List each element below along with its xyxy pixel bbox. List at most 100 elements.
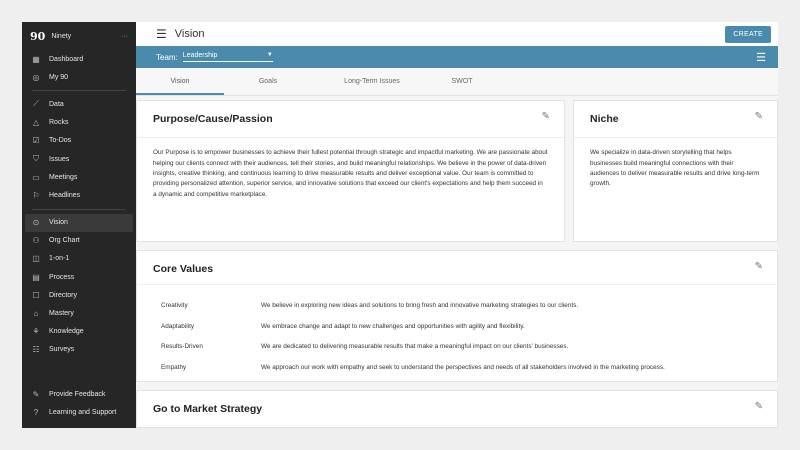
sidebar-item-label: Rocks: [49, 119, 68, 126]
tab-vision[interactable]: Vision: [136, 68, 224, 95]
gtm-card: Go to Market Strategy ✎: [136, 390, 778, 428]
core-value-text: We believe in exploring new ideas and so…: [261, 302, 578, 309]
card-title: Purpose/Cause/Passion: [137, 101, 564, 138]
sidebar-item-surveys[interactable]: ☷ Surveys: [22, 341, 136, 359]
brand: 90 Ninety ···: [22, 22, 136, 50]
core-value-text: We approach our work with empathy and se…: [261, 364, 665, 371]
knowledge-icon: ⚘: [31, 327, 41, 336]
tab-swot[interactable]: SWOT: [432, 68, 492, 95]
card-title: Core Values: [137, 251, 777, 285]
sidebar-item-label: Dashboard: [49, 56, 83, 63]
sidebar-item-directory[interactable]: ☐ Directory: [22, 286, 136, 304]
sidebar-item-meetings[interactable]: ▭ Meetings: [22, 168, 136, 186]
brand-name: Ninety: [51, 33, 71, 40]
sidebar-item-label: Process: [49, 274, 74, 281]
purpose-text: Our Purpose is to empower businesses to …: [137, 138, 564, 209]
sidebar-item-label: Org Chart: [49, 237, 80, 244]
main: ☰ Vision CREATE Team: Leadership ▼ ☰ Visi…: [136, 22, 778, 428]
sidebar-item-label: Learning and Support: [49, 409, 116, 416]
sidebar-item-provide-feedback[interactable]: ✎ Provide Feedback: [22, 386, 136, 404]
sidebar-item-label: 1-on-1: [49, 255, 69, 262]
nav-list: ▦ Dashboard ◎ My 90 ⟋ Data △ Rocks ☑To-Dos ⛉ Issue…: [22, 50, 136, 359]
sidebar-item-label: Provide Feedback: [49, 391, 105, 398]
team-select[interactable]: Leadership ▼: [183, 52, 273, 62]
top-bar: ☰ Vision CREATE: [136, 22, 778, 46]
sidebar-item-data[interactable]: ⟋ Data: [22, 95, 136, 113]
sidebar-item-label: Meetings: [49, 174, 77, 181]
sidebar-item-issues[interactable]: ⛉ Issues: [22, 150, 136, 168]
divider: [32, 90, 126, 91]
core-value-name: Results-Driven: [161, 343, 261, 350]
sidebar-item-label: My 90: [49, 74, 68, 81]
edit-pencil-icon[interactable]: ✎: [755, 261, 763, 272]
my-90-icon: ◎: [31, 73, 41, 82]
core-value-row: EmpathyWe approach our work with empathy…: [137, 357, 777, 378]
core-values-card: Core Values ✎ CreativityWe believe in ex…: [136, 250, 778, 382]
menu-icon[interactable]: ☰: [156, 27, 167, 41]
purpose-card: Purpose/Cause/Passion ✎ Our Purpose is t…: [136, 100, 565, 242]
core-value-name: Adaptability: [161, 323, 261, 330]
sidebar-item-my-90[interactable]: ◎ My 90: [22, 68, 136, 86]
issues-icon: ⛉: [31, 154, 41, 164]
create-button[interactable]: CREATE: [725, 26, 771, 43]
sidebar-item-learning-and-support[interactable]: ? Learning and Support: [22, 404, 136, 422]
rocks-icon: △: [31, 118, 41, 127]
team-label: Team:: [156, 53, 178, 62]
chevron-down-icon: ▼: [267, 52, 273, 59]
directory-icon: ☐: [31, 291, 41, 300]
sidebar-item-label: Knowledge: [49, 328, 84, 335]
edit-pencil-icon[interactable]: ✎: [542, 111, 550, 122]
card-title: Niche: [574, 101, 777, 138]
core-value-row: AdaptabilityWe embrace change and adapt …: [137, 316, 777, 337]
sidebar-item-vision[interactable]: ⊙ Vision: [25, 214, 133, 232]
sidebar-item-label: Vision: [49, 219, 68, 226]
team-bar: Team: Leadership ▼ ☰: [136, 46, 778, 68]
sidebar-item-1-on-1[interactable]: ◫ 1-on-1: [22, 250, 136, 268]
core-value-name: Empathy: [161, 364, 261, 371]
divider: [32, 209, 126, 210]
nav-bottom: ✎ Provide Feedback? Learning and Support: [22, 386, 136, 422]
ninety-logo: 90: [30, 30, 45, 43]
learning-and-support-icon: ?: [31, 408, 41, 417]
team-value: Leadership: [183, 52, 218, 59]
sidebar-item-label: Issues: [49, 156, 69, 163]
sidebar-item-label: Surveys: [49, 346, 74, 353]
tab-goals[interactable]: Goals: [224, 68, 312, 95]
mastery-icon: ⌂: [31, 309, 41, 318]
options-menu-icon[interactable]: ☰: [756, 51, 766, 64]
meetings-icon: ▭: [31, 173, 41, 182]
sidebar-item-rocks[interactable]: △ Rocks: [22, 114, 136, 132]
sidebar-item-process[interactable]: ▤ Process: [22, 268, 136, 286]
provide-feedback-icon: ✎: [31, 390, 41, 399]
core-value-name: Creativity: [161, 302, 261, 309]
process-icon: ▤: [31, 273, 41, 282]
sidebar-item-mastery[interactable]: ⌂Mastery: [22, 304, 136, 322]
tabs: Vision Goals Long-Term Issues SWOT: [136, 68, 778, 96]
sidebar-item-label: Directory: [49, 292, 77, 299]
card-title: Go to Market Strategy: [137, 391, 777, 427]
vision-icon: ⊙: [31, 218, 41, 227]
edit-pencil-icon[interactable]: ✎: [755, 111, 763, 122]
app-window: 90 Ninety ··· ▦ Dashboard ◎ My 90 ⟋ Data △ Rock…: [22, 22, 778, 428]
core-value-text: We are dedicated to delivering measurabl…: [261, 343, 568, 350]
sidebar-item-headlines[interactable]: ⚐ Headlines: [22, 186, 136, 204]
sidebar-item-label: Data: [49, 101, 64, 108]
sidebar-item-label: Headlines: [49, 192, 80, 199]
sidebar-item-to-dos[interactable]: ☑To-Dos: [22, 132, 136, 150]
dashboard-icon: ▦: [31, 55, 41, 64]
sidebar-item-dashboard[interactable]: ▦ Dashboard: [22, 50, 136, 68]
sidebar-item-org-chart[interactable]: ⚇ Org Chart: [22, 232, 136, 250]
edit-pencil-icon[interactable]: ✎: [755, 401, 763, 412]
1-on-1-icon: ◫: [31, 254, 41, 263]
tab-long-term-issues[interactable]: Long-Term Issues: [312, 68, 432, 95]
more-icon[interactable]: ···: [121, 33, 128, 40]
sidebar-item-knowledge[interactable]: ⚘ Knowledge: [22, 323, 136, 341]
headlines-icon: ⚐: [31, 191, 41, 200]
core-value-text: We embrace change and adapt to new chall…: [261, 323, 525, 330]
core-value-row: Results-DrivenWe are dedicated to delive…: [137, 336, 777, 357]
sidebar-item-label: To-Dos: [49, 137, 71, 144]
page-title: Vision: [175, 28, 205, 40]
org-chart-icon: ⚇: [31, 236, 41, 245]
surveys-icon: ☷: [31, 345, 41, 354]
data-icon: ⟋: [31, 99, 41, 109]
